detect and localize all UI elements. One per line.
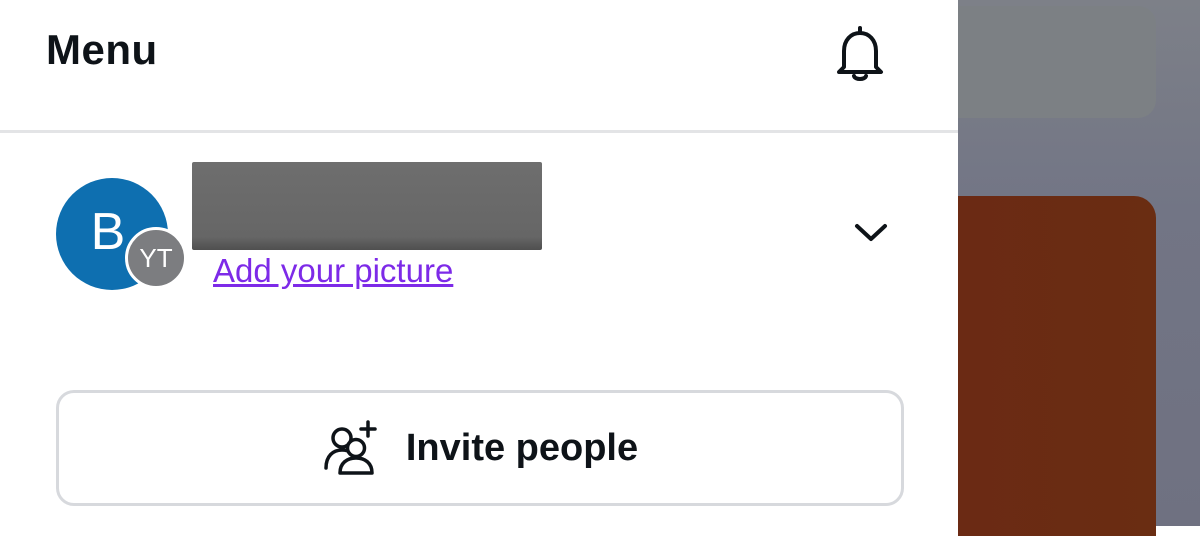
add-people-icon <box>322 418 382 478</box>
menu-panel: Menu B YT Add your picture Invite people <box>0 0 958 526</box>
account-switcher-toggle[interactable] <box>846 210 896 254</box>
background-card <box>958 6 1156 118</box>
redacted-account-name <box>192 162 542 250</box>
team-avatar-badge: YT <box>125 227 187 289</box>
bell-icon <box>837 26 883 81</box>
avatar-initial: B <box>90 203 126 261</box>
add-picture-link[interactable]: Add your picture <box>213 252 453 290</box>
menu-title: Menu <box>46 26 158 73</box>
chevron-down-icon <box>855 224 887 241</box>
invite-people-label: Invite people <box>405 426 639 469</box>
invite-people-button[interactable]: Invite people <box>56 390 904 506</box>
background-app-area <box>958 0 1200 536</box>
notifications-button[interactable] <box>826 22 894 84</box>
menu-header: Menu <box>0 0 958 133</box>
background-design-thumbnail <box>958 196 1156 536</box>
